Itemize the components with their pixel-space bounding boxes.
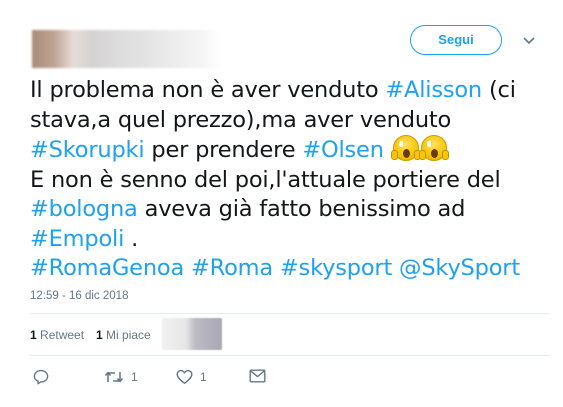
hashtag-link[interactable]: #RomaGenoa [30, 255, 184, 281]
like-button[interactable]: 1 [176, 369, 207, 385]
tweet-text-segment: per prendere [144, 137, 303, 163]
hashtag-link[interactable]: #Alisson [385, 77, 482, 103]
tweet-text-segment: stava,a quel prezzo),ma aver venduto [30, 106, 452, 133]
hashtag-link[interactable]: #bologna [30, 196, 138, 222]
blurred-author-info [32, 30, 220, 68]
blurred-liker-avatars [162, 318, 222, 350]
chevron-down-icon[interactable] [523, 36, 535, 46]
tweet-text-segment: . [124, 225, 139, 252]
tweet-text-segment: (ci [482, 77, 516, 103]
like-stat[interactable]: 1 Mi piace [96, 328, 151, 342]
tweet-text-segment [384, 137, 391, 163]
heart-icon [176, 369, 193, 384]
envelope-icon [249, 369, 266, 383]
retweet-count: 1 [131, 370, 138, 384]
hashtag-link[interactable]: #Empoli [30, 226, 124, 252]
like-stat-count: 1 [96, 328, 103, 342]
retweet-stat-count: 1 [30, 328, 37, 342]
like-stat-label: Mi piace [106, 328, 151, 342]
tweet-timestamp[interactable]: 12:59 - 16 dic 2018 [30, 290, 128, 302]
hashtag-link[interactable]: #Skorupki [30, 137, 145, 163]
tweet-text-segment: Il problema non è aver venduto [30, 77, 386, 103]
tweet-text-line: #RomaGenoa #Roma #skysport @SkySport [30, 254, 550, 284]
tweet-header: Segui [0, 0, 563, 80]
screaming-face-emoji [390, 135, 423, 161]
tweet-text-line: #Skorupki per prendere #Olsen [30, 135, 550, 166]
reply-icon [33, 369, 49, 385]
tweet-text-line: #bologna aveva già fatto benissimo ad [30, 195, 550, 225]
follow-button[interactable]: Segui [410, 25, 502, 55]
tweet-text-line: stava,a quel prezzo),ma aver venduto [30, 106, 550, 136]
tweet-text-line: #Empoli . [30, 225, 550, 255]
tweet-text-segment [392, 255, 399, 281]
tweet-text-line: E non è senno del poi,l'attuale portiere… [30, 166, 550, 196]
retweet-stat[interactable]: 1 Retweet [30, 328, 84, 342]
hashtag-link[interactable]: #Roma [191, 255, 273, 281]
retweet-icon [104, 371, 124, 383]
tweet-text-segment: E non è senno del poi,l'attuale portiere… [30, 166, 501, 193]
tweet-text: Il problema non è aver venduto #Alisson … [30, 76, 550, 284]
divider [30, 355, 550, 356]
retweet-button[interactable]: 1 [104, 369, 138, 385]
reply-button[interactable] [33, 369, 49, 385]
hashtag-link[interactable]: #skysport [280, 255, 392, 281]
tweet-text-segment [184, 255, 191, 281]
direct-message-button[interactable] [249, 369, 266, 383]
tweet-text-segment [273, 255, 280, 281]
like-count: 1 [200, 370, 207, 384]
tweet-text-segment: aveva già fatto benissimo ad [137, 196, 466, 222]
tweet-actions: 1 1 [30, 362, 550, 392]
retweet-stat-label: Retweet [40, 328, 85, 342]
screaming-face-emoji [418, 135, 451, 161]
divider [30, 313, 550, 314]
tweet-text-line: Il problema non è aver venduto #Alisson … [30, 76, 550, 106]
hashtag-link[interactable]: #Olsen [302, 137, 384, 163]
mention-link[interactable]: @SkySport [399, 255, 520, 281]
